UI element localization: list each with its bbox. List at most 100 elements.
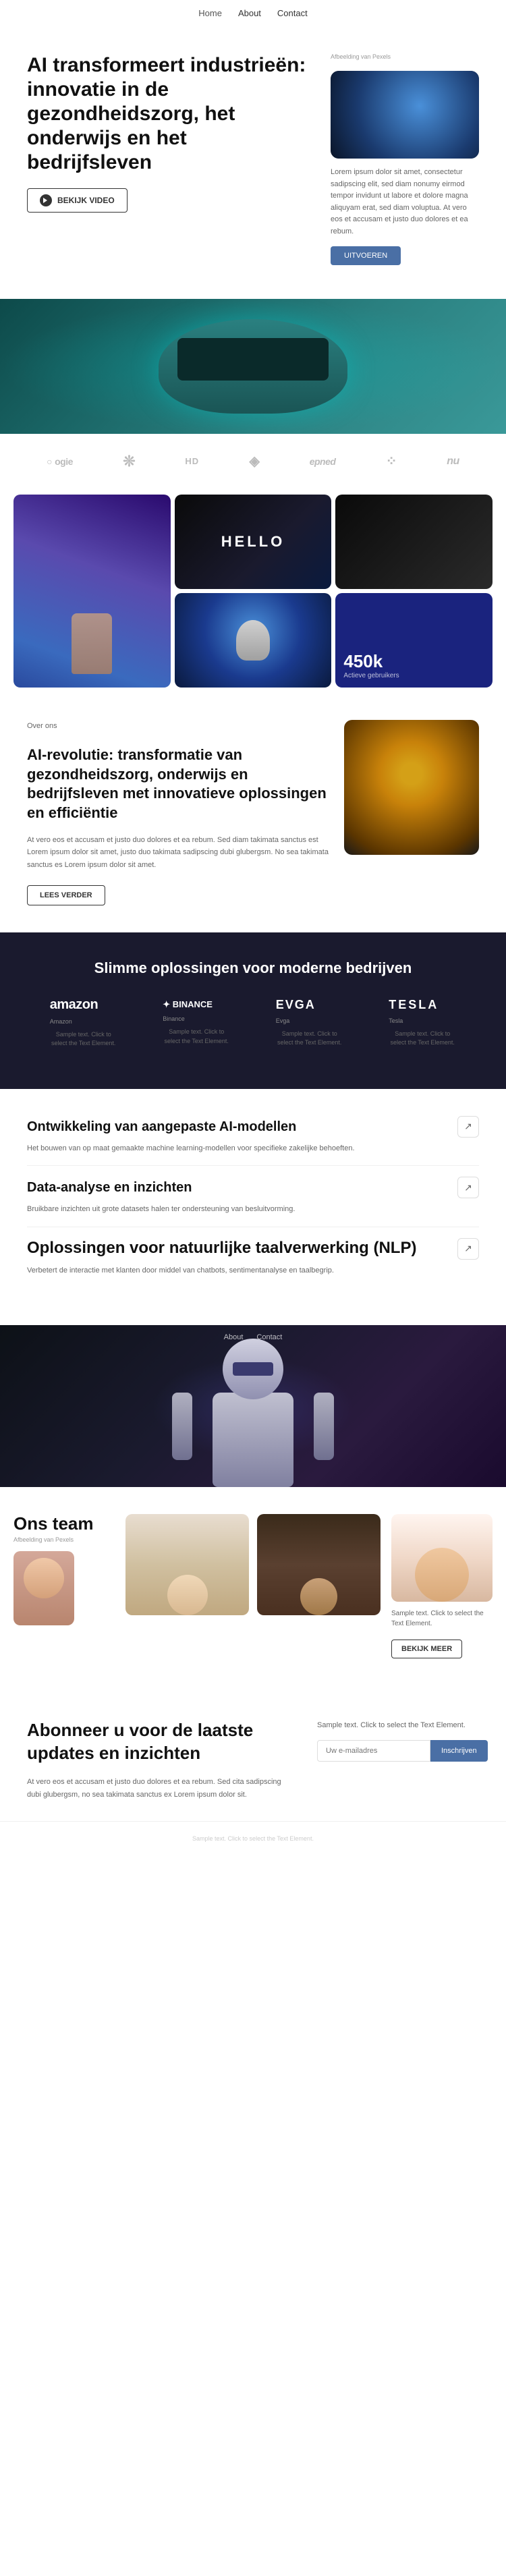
play-icon (40, 194, 52, 206)
nav-contact[interactable]: Contact (277, 8, 308, 18)
logo-hd-name: HD (185, 456, 199, 466)
navigation: Home About Contact (0, 0, 506, 26)
logo-diamond: ◈ (250, 453, 260, 470)
logo-nu-name: nu (447, 455, 459, 468)
robot-img-about (344, 720, 479, 855)
brand-amazon-desc: Sample text. Click to select the Text El… (50, 1030, 117, 1048)
grid-image-robot (175, 593, 332, 688)
robot-photo-section: About Contact (0, 1325, 506, 1487)
brand-tesla-label: Tesla (389, 1017, 403, 1024)
service-data-title: Data-analyse en inzichten (27, 1179, 192, 1196)
about-title: AI-revolutie: transformatie van gezondhe… (27, 746, 331, 822)
logo-dots: ⁘ (386, 453, 397, 470)
logo-flower: ❊ (123, 453, 135, 470)
hero-left: AI transformeert industrieën: innovatie … (27, 53, 314, 223)
image-grid-container: HELLO 450k Actieve gebruikers (0, 489, 506, 693)
team-caption: Afbeelding van Pexels (13, 1536, 115, 1543)
logo-ogie-name: ogie (55, 456, 73, 467)
stat-label: Actieve gebruikers (343, 672, 399, 679)
vr-banner-inner (0, 299, 506, 434)
team-person-small-img (13, 1551, 74, 1625)
service-nlp: Oplossingen voor natuurlijke taalverwerk… (27, 1238, 479, 1288)
stat-number: 450k (343, 651, 383, 672)
ai-services-section: Ontwikkeling van aangepaste AI-modellen … (0, 1089, 506, 1326)
grid-image-curve (335, 495, 493, 589)
service-nlp-desc: Verbetert de interactie met klanten door… (27, 1265, 364, 1277)
team-person-3-img (257, 1514, 381, 1615)
brand-tesla: TESLA Tesla Sample text. Click to select… (389, 998, 456, 1048)
subscribe-right-text: Sample text. Click to select the Text El… (317, 1719, 479, 1732)
logo-ogie: ○ ogie (47, 456, 73, 467)
nav-about[interactable]: About (238, 8, 261, 18)
about-image (344, 720, 479, 855)
about-section: Over ons AI-revolutie: transformatie van… (0, 693, 506, 932)
service-ai-title: Ontwikkeling van aangepaste AI-modellen (27, 1119, 296, 1135)
about-left: Over ons AI-revolutie: transformatie van… (27, 720, 331, 905)
bekijk-video-label: BEKIJK VIDEO (57, 196, 115, 205)
subscribe-right: Sample text. Click to select the Text El… (317, 1719, 479, 1762)
logos-strip: ○ ogie ❊ HD ◈ epned ⁘ nu (0, 434, 506, 489)
brand-amazon: amazon Amazon Sample text. Click to sele… (50, 997, 117, 1048)
team-person-right-img (391, 1514, 493, 1602)
dark-section-title: Slimme oplossingen voor moderne bedrijve… (27, 959, 479, 977)
bekijk-video-button[interactable]: BEKIJK VIDEO (27, 188, 128, 213)
team-right-text: Sample text. Click to select the Text El… (391, 1608, 493, 1629)
team-section: Ons team Afbeelding van Pexels (0, 1487, 506, 1685)
email-row: Inschrijven (317, 1740, 479, 1762)
brand-binance-desc: Sample text. Click to select the Text El… (163, 1028, 230, 1046)
read-more-button[interactable]: LEES VERDER (27, 885, 105, 905)
dark-section: Slimme oplossingen voor moderne bedrijve… (0, 932, 506, 1089)
grid-image-hand (13, 495, 171, 688)
service-data-desc: Bruikbare inzichten uit grote datasets h… (27, 1204, 364, 1216)
subscribe-button[interactable]: Inschrijven (430, 1740, 488, 1762)
service-nlp-arrow[interactable]: ↗ (457, 1238, 479, 1260)
hello-text: HELLO (221, 533, 285, 551)
service-ai-models: Ontwikkeling van aangepaste AI-modellen … (27, 1116, 479, 1167)
service-data-arrow[interactable]: ↗ (457, 1177, 479, 1198)
robot-figure (186, 1339, 320, 1487)
hero-text-block: Lorem ipsum dolor sit amet, consectetur … (331, 167, 479, 265)
nav-home[interactable]: Home (198, 8, 222, 18)
logo-nu: nu (447, 455, 459, 468)
brand-binance: ✦ BINANCE Binance Sample text. Click to … (163, 999, 230, 1046)
subscribe-section: Abonneer u voor de laatste updates en in… (0, 1685, 506, 1821)
hero-body-text: Lorem ipsum dolor sit amet, consectetur … (331, 167, 479, 238)
grid-stat: 450k Actieve gebruikers (335, 593, 493, 688)
team-label: Ons team (13, 1514, 115, 1534)
hero-right: Afbeelding van Pexels Lorem ipsum dolor … (331, 53, 479, 265)
service-data: Data-analyse en inzichten ↗ Bruikbare in… (27, 1177, 479, 1227)
footer-text: Sample text. Click to select the Text El… (192, 1835, 314, 1842)
bekijk-meer-button[interactable]: BEKIJK MEER (391, 1640, 462, 1658)
team-person-2-img (125, 1514, 249, 1615)
team-persons-middle (125, 1514, 381, 1621)
brand-amazon-label: Amazon (50, 1018, 72, 1025)
subscribe-left: Abonneer u voor de laatste updates en in… (27, 1719, 290, 1801)
about-label: Over ons (27, 720, 331, 733)
team-right: Sample text. Click to select the Text El… (391, 1514, 493, 1658)
brand-evga-label: Evga (276, 1017, 290, 1024)
team-label-block: Ons team Afbeelding van Pexels (13, 1514, 115, 1625)
brand-tesla-desc: Sample text. Click to select the Text El… (389, 1030, 456, 1048)
submit-button[interactable]: UITVOEREN (331, 246, 401, 265)
service-ai-arrow[interactable]: ↗ (457, 1116, 479, 1138)
robot-image-hero (331, 71, 479, 159)
service-ai-desc: Het bouwen van op maat gemaakte machine … (27, 1143, 364, 1155)
img-caption: Afbeelding van Pexels (331, 53, 479, 60)
subscribe-body: At vero eos et accusam et justo duo dolo… (27, 1776, 290, 1801)
vr-headset-image (159, 319, 347, 414)
hero-title: AI transformeert industrieën: innovatie … (27, 53, 314, 175)
hero-section: AI transformeert industrieën: innovatie … (0, 26, 506, 299)
team-person-2 (125, 1514, 249, 1621)
footer-caption: Sample text. Click to select the Text El… (0, 1821, 506, 1855)
image-grid: HELLO 450k Actieve gebruikers (13, 495, 493, 688)
team-person-3 (257, 1514, 381, 1621)
hero-image (331, 71, 479, 159)
email-input[interactable] (317, 1740, 430, 1762)
vr-banner (0, 299, 506, 434)
logo-hd: HD (185, 456, 199, 466)
brand-evga-desc: Sample text. Click to select the Text El… (276, 1030, 343, 1048)
service-nlp-title: Oplossingen voor natuurlijke taalverwerk… (27, 1239, 416, 1258)
brand-logos: amazon Amazon Sample text. Click to sele… (27, 997, 479, 1048)
about-body: At vero eos et accusam et justo duo dolo… (27, 834, 331, 872)
logo-epned: epned (310, 456, 336, 467)
